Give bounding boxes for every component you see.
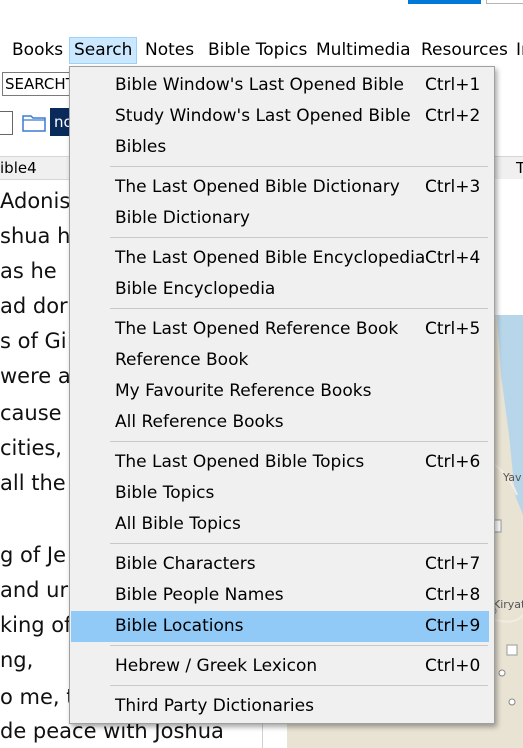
search-menu-dropdown: Bible Window's Last Opened Bible Ctrl+1 St…	[69, 66, 495, 724]
menu-item-label: Bible Window's Last Opened Bible	[115, 75, 404, 95]
menu-item-the-last-opened-bible-topics[interactable]: The Last Opened Bible Topics Ctrl+6	[71, 447, 489, 478]
bible-line: ad dor	[0, 294, 68, 318]
menu-item-bible-characters[interactable]: Bible Characters Ctrl+7	[71, 549, 489, 580]
menu-item-label: Reference Book	[115, 350, 249, 370]
menu-bar: Books Search Notes Bible Topics Multimed…	[0, 34, 523, 66]
menu-item-label: Study Window's Last Opened Bible	[115, 106, 411, 126]
search-input[interactable]: SEARCHT	[2, 72, 76, 96]
accent-bar	[408, 0, 481, 4]
menu-item-bible-dictionary[interactable]: Bible Dictionary	[71, 203, 489, 234]
bible-line: and ur	[0, 578, 69, 602]
menu-item-label: Bible Topics	[115, 483, 215, 503]
menu-item-all-bible-topics[interactable]: All Bible Topics	[71, 509, 489, 540]
menu-item-bibles[interactable]: Bibles	[71, 132, 489, 163]
bible-line: cities,	[0, 436, 62, 460]
menu-item-label: Bible People Names	[115, 585, 284, 605]
menu-item-shortcut: Ctrl+0	[425, 656, 481, 676]
bible-line: king of	[0, 613, 72, 637]
menu-item-shortcut: Ctrl+5	[425, 319, 481, 339]
menu-search[interactable]: Search	[69, 37, 138, 64]
menu-item-bible-topics[interactable]: Bible Topics	[71, 478, 489, 509]
menu-item-label: Bibles	[115, 137, 167, 157]
menu-item-label: The Last Opened Reference Book	[115, 319, 399, 339]
menu-item-hebrew-greek-lexicon[interactable]: Hebrew / Greek Lexicon Ctrl+0	[71, 651, 489, 682]
menu-separator	[110, 441, 488, 442]
menu-item-label: Third Party Dictionaries	[115, 696, 314, 716]
menu-item-label: Bible Dictionary	[115, 208, 250, 228]
menu-item-label: The Last Opened Bible Encyclopedia	[115, 248, 426, 268]
menu-item-shortcut: Ctrl+2	[425, 106, 481, 126]
menu-in[interactable]: In	[512, 38, 523, 63]
menu-item-shortcut: Ctrl+1	[425, 75, 481, 95]
bible-line: s of Gi	[0, 329, 67, 353]
tab-right[interactable]: T	[516, 159, 523, 177]
menu-notes[interactable]: Notes	[141, 38, 198, 63]
title-strip	[0, 0, 523, 34]
bible-line: as he	[0, 259, 57, 283]
bible-line: all the	[0, 471, 66, 495]
menu-item-label: Hebrew / Greek Lexicon	[115, 656, 318, 676]
bible-line: were a	[0, 364, 71, 388]
bible-line: ng,	[0, 648, 34, 672]
menu-item-the-last-opened-bible-dictionary[interactable]: The Last Opened Bible Dictionary Ctrl+3	[71, 172, 489, 203]
folder-icon[interactable]	[22, 112, 46, 132]
menu-multimedia[interactable]: Multimedia	[312, 38, 415, 63]
menu-item-my-favourite-reference-books[interactable]: My Favourite Reference Books	[71, 376, 489, 407]
bible-line: Adonis	[0, 189, 71, 213]
menu-books[interactable]: Books	[8, 38, 67, 63]
window-control[interactable]	[486, 0, 523, 4]
tab-bible[interactable]: ible4	[0, 159, 37, 177]
menu-item-study-window-s-last-opened-bible[interactable]: Study Window's Last Opened Bible Ctrl+2	[71, 101, 489, 132]
bible-line: o me, t	[0, 685, 75, 709]
menu-item-the-last-opened-reference-book[interactable]: The Last Opened Reference Book Ctrl+5	[71, 314, 489, 345]
bible-line: g of Je	[0, 543, 67, 567]
menu-item-shortcut: Ctrl+8	[425, 585, 481, 605]
menu-item-shortcut: Ctrl+3	[425, 177, 481, 197]
bible-line: shua h	[0, 224, 71, 248]
menu-item-label: The Last Opened Bible Topics	[115, 452, 365, 472]
menu-item-label: Bible Encyclopedia	[115, 279, 276, 299]
menu-separator	[110, 645, 488, 646]
menu-item-bible-locations[interactable]: Bible Locations Ctrl+9	[71, 611, 489, 642]
bible-line: cause	[0, 401, 62, 425]
menu-item-shortcut: Ctrl+4	[425, 248, 481, 268]
menu-separator	[110, 685, 488, 686]
menu-item-the-last-opened-bible-encyclopedia[interactable]: The Last Opened Bible Encyclopedia Ctrl+4	[71, 243, 489, 274]
menu-item-bible-people-names[interactable]: Bible People Names Ctrl+8	[71, 580, 489, 611]
menu-item-all-reference-books[interactable]: All Reference Books	[71, 407, 489, 438]
menu-resources[interactable]: Resources	[417, 38, 512, 63]
menu-item-shortcut: Ctrl+7	[425, 554, 481, 574]
menu-item-bible-encyclopedia[interactable]: Bible Encyclopedia	[71, 274, 489, 305]
map-label: Kiryat	[493, 598, 523, 611]
new-document-icon[interactable]	[0, 111, 13, 135]
menu-separator	[110, 237, 488, 238]
menu-bible-topics[interactable]: Bible Topics	[204, 38, 311, 63]
menu-item-shortcut: Ctrl+6	[425, 452, 481, 472]
menu-separator	[110, 166, 488, 167]
menu-item-label: The Last Opened Bible Dictionary	[115, 177, 400, 197]
menu-item-shortcut: Ctrl+9	[425, 616, 481, 636]
menu-item-label: Bible Locations	[115, 616, 244, 636]
menu-item-reference-book[interactable]: Reference Book	[71, 345, 489, 376]
map-label: Yav	[503, 471, 522, 484]
menu-item-label: Bible Characters	[115, 554, 256, 574]
menu-separator	[110, 308, 488, 309]
menu-item-bible-window-s-last-opened-bible[interactable]: Bible Window's Last Opened Bible Ctrl+1	[71, 70, 489, 101]
menu-item-label: All Reference Books	[115, 412, 284, 432]
menu-separator	[110, 543, 488, 544]
menu-item-label: All Bible Topics	[115, 514, 241, 534]
menu-item-label: My Favourite Reference Books	[115, 381, 372, 401]
menu-item-third-party-dictionaries[interactable]: Third Party Dictionaries	[71, 691, 489, 722]
